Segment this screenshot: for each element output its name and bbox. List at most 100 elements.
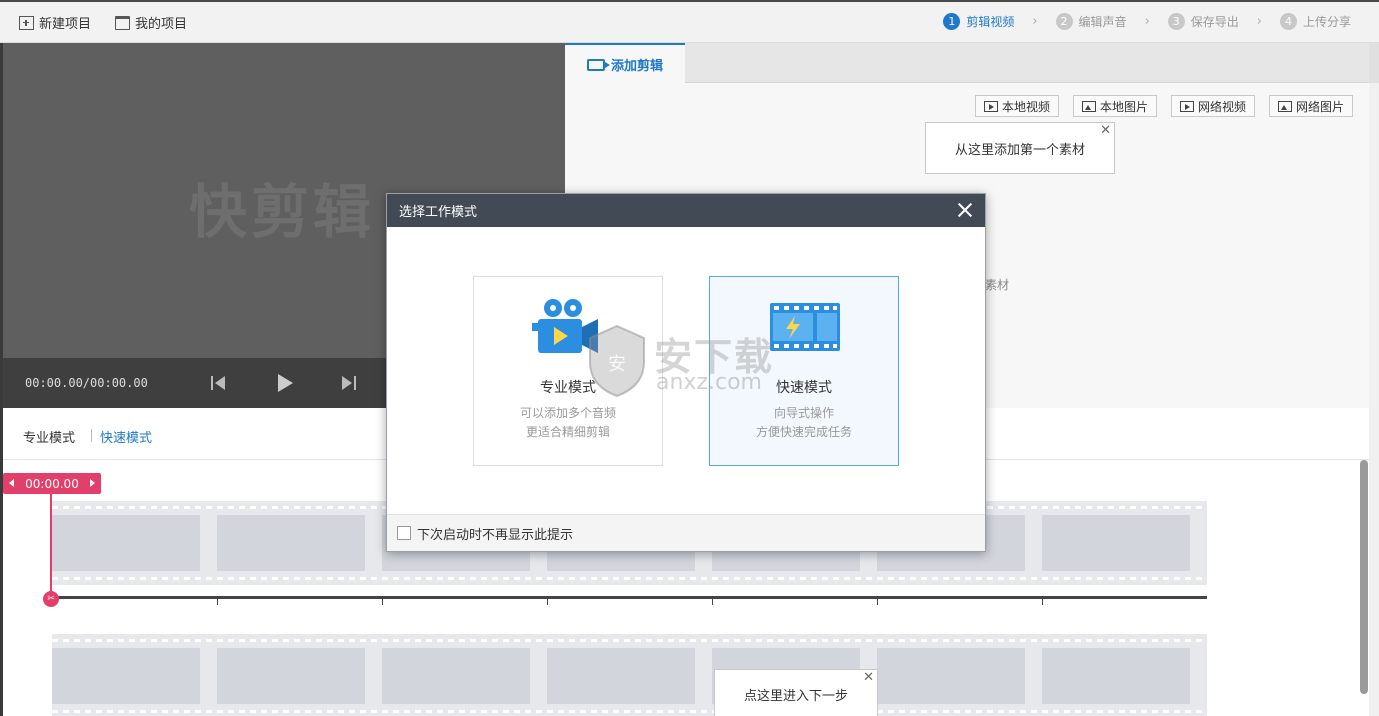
frame-slot <box>547 648 695 704</box>
card-title: 快速模式 <box>776 380 832 396</box>
ruler-tick <box>547 599 548 605</box>
play-icon[interactable] <box>273 371 297 395</box>
add-material-tooltip: 从这里添加第一个素材 ✕ <box>925 122 1115 174</box>
film-camera-icon <box>532 299 598 353</box>
ruler-tick <box>382 599 383 605</box>
scroll-up-area[interactable] <box>1369 43 1379 83</box>
local-video-button[interactable]: 本地视频 <box>975 95 1060 117</box>
web-image-icon <box>1278 100 1292 112</box>
pro-mode-link[interactable]: 专业模式 <box>23 427 75 446</box>
web-image-button[interactable]: 网络图片 <box>1269 95 1354 117</box>
top-toolbar: 新建项目 我的项目 1 剪辑视频 › 2 编辑声音 › 3 保存导出 › 4 上… <box>0 0 1379 43</box>
close-icon[interactable]: ✕ <box>1100 123 1111 138</box>
step-number: 2 <box>1055 13 1073 30</box>
frame-slot <box>1042 648 1190 704</box>
frame-slot <box>217 515 365 571</box>
work-mode-dialog: 选择工作模式 专业模式 可以添加多个音频 更适合精细剪辑 快速模式 向导式操作 … <box>386 193 986 552</box>
web-video-button[interactable]: 网络视频 <box>1171 95 1256 117</box>
card-desc-2: 更适合精细剪辑 <box>525 425 610 439</box>
tab-strip: 添加剪辑 <box>565 43 1369 84</box>
plus-square-icon <box>19 15 34 30</box>
arrow-right-icon[interactable] <box>90 479 95 487</box>
skip-next-icon[interactable] <box>337 371 361 395</box>
playhead-time-tag[interactable]: 00:00.00 <box>3 473 101 494</box>
fast-mode-link[interactable]: 快速模式 <box>100 427 152 446</box>
right-scroll-track <box>1369 43 1379 716</box>
step-number: 4 <box>1279 13 1297 30</box>
empty-hint-text: 素材 <box>985 278 1010 292</box>
tooltip-text: 从这里添加第一个素材 <box>954 142 1085 158</box>
dialog-header: 选择工作模式 <box>387 194 985 227</box>
image-file-icon <box>1082 100 1096 112</box>
frame-slot <box>877 648 1025 704</box>
step-label: 保存导出 <box>1190 15 1239 29</box>
close-icon[interactable]: ✕ <box>863 670 874 685</box>
tooltip-text: 点这里进入下一步 <box>743 688 848 704</box>
timeline-scrollbar[interactable] <box>1360 460 1368 694</box>
card-desc-1: 向导式操作 <box>773 406 834 420</box>
frame-slot <box>1042 515 1190 571</box>
local-video-label: 本地视频 <box>1002 99 1051 114</box>
new-project-label: 新建项目 <box>39 17 92 32</box>
tab-label: 添加剪辑 <box>610 59 663 74</box>
pro-mode-card[interactable]: 专业模式 可以添加多个音频 更适合精细剪辑 <box>473 276 663 466</box>
web-video-icon <box>1180 100 1194 112</box>
step-label: 剪辑视频 <box>966 15 1015 29</box>
chevron-right-icon: › <box>1032 14 1038 29</box>
my-projects-label: 我的项目 <box>135 17 188 32</box>
chevron-right-icon: › <box>1144 14 1150 29</box>
skip-previous-icon[interactable] <box>206 371 230 395</box>
step-4[interactable]: 4 上传分享 <box>1279 13 1351 30</box>
local-image-button[interactable]: 本地图片 <box>1073 95 1158 117</box>
card-desc-1: 可以添加多个音频 <box>519 406 616 420</box>
video-camera-icon <box>586 58 610 71</box>
new-project-button[interactable]: 新建项目 <box>19 13 91 32</box>
web-video-label: 网络视频 <box>1198 99 1247 114</box>
web-image-label: 网络图片 <box>1296 99 1345 114</box>
step-1[interactable]: 1 剪辑视频 <box>943 13 1014 30</box>
fast-mode-card[interactable]: 快速模式 向导式操作 方便快速完成任务 <box>709 276 899 466</box>
arrow-left-icon[interactable] <box>9 479 14 487</box>
next-step-tooltip: 点这里进入下一步 ✕ <box>714 669 878 716</box>
time-ruler[interactable] <box>52 596 1207 599</box>
dont-show-checkbox[interactable] <box>397 526 411 540</box>
dialog-footer: 下次启动时不再显示此提示 <box>387 514 985 551</box>
timecode: 00:00.00/00:00.00 <box>25 376 148 390</box>
divider <box>91 429 92 442</box>
audio-track[interactable] <box>52 634 1207 716</box>
folder-icon <box>115 15 130 30</box>
playhead-line[interactable] <box>50 494 52 598</box>
step-label: 编辑声音 <box>1078 15 1127 29</box>
frame-slot <box>382 648 530 704</box>
ruler-tick <box>877 599 878 605</box>
dialog-title: 选择工作模式 <box>399 205 478 220</box>
step-2[interactable]: 2 编辑声音 <box>1055 13 1127 30</box>
tab-add-clip[interactable]: 添加剪辑 <box>565 43 685 84</box>
film-holes <box>52 577 1207 580</box>
film-holes <box>52 710 1207 713</box>
scissors-icon[interactable]: ✂ <box>43 591 59 607</box>
film-lightning-icon <box>770 303 840 351</box>
step-wizard: 1 剪辑视频 › 2 编辑声音 › 3 保存导出 › 4 上传分享 <box>943 13 1351 30</box>
local-image-label: 本地图片 <box>1100 99 1149 114</box>
frame-slot <box>217 648 365 704</box>
playhead-time: 00:00.00 <box>25 476 79 491</box>
frame-slot <box>52 648 200 704</box>
card-title: 专业模式 <box>540 380 596 396</box>
ruler-tick <box>217 599 218 605</box>
step-number: 1 <box>943 13 961 30</box>
close-icon[interactable] <box>955 200 975 220</box>
video-file-icon <box>984 100 998 112</box>
card-desc-2: 方便快速完成任务 <box>755 425 852 439</box>
step-number: 3 <box>1167 13 1185 30</box>
frame-slot <box>52 515 200 571</box>
step-3[interactable]: 3 保存导出 <box>1167 13 1239 30</box>
my-projects-button[interactable]: 我的项目 <box>115 13 187 32</box>
ruler-tick <box>712 599 713 605</box>
preview-logo: 快剪辑 <box>189 178 376 246</box>
ruler-tick <box>1042 599 1043 605</box>
checkbox-label[interactable]: 下次启动时不再显示此提示 <box>417 524 573 543</box>
film-holes <box>52 639 1207 642</box>
step-label: 上传分享 <box>1302 15 1351 29</box>
chevron-right-icon: › <box>1256 14 1262 29</box>
